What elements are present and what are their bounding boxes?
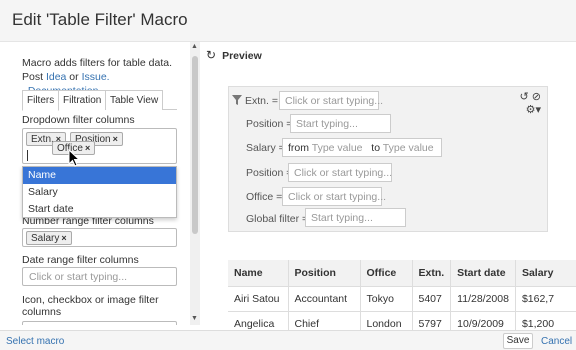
chip-label: Extn. (31, 134, 54, 145)
cancel-button[interactable]: Cancel (541, 336, 572, 347)
date-filter-placeholder: Click or start typing... (29, 271, 128, 283)
filter-input-extn[interactable]: Click or start typing... (279, 91, 383, 110)
table-cell: Tokyo (360, 285, 413, 311)
macro-settings-panel: Macro adds filters for table data. Post … (0, 42, 189, 325)
icon-filter-label-line2: columns (22, 306, 62, 318)
save-button[interactable]: Save (503, 333, 533, 349)
chip-remove-icon[interactable]: × (85, 143, 90, 153)
description-or-text: or (69, 71, 79, 83)
table-cell: 11/28/2008 (450, 285, 516, 311)
idea-link[interactable]: Idea (46, 71, 66, 83)
chip-label: Salary (31, 233, 60, 244)
icon-filter-columns-input[interactable] (22, 321, 177, 325)
funnel-icon (232, 95, 242, 105)
table-cell: $162,7 (515, 285, 576, 311)
salary-from-label: from (288, 142, 309, 154)
option-name[interactable]: Name (23, 167, 176, 184)
filter-label-global: Global filter = (246, 213, 309, 225)
column-options-dropdown: Name Salary Start date (22, 166, 177, 218)
scrollbar-thumb[interactable] (192, 56, 198, 234)
filter-label-office: Office = (246, 191, 283, 203)
column-header-name[interactable]: Name (228, 260, 289, 286)
tab-table-view[interactable]: Table View (105, 90, 164, 110)
column-header-extn[interactable]: Extn. (412, 260, 452, 286)
chip-remove-icon[interactable]: × (113, 134, 118, 144)
preview-title: Preview (222, 50, 262, 62)
option-start-date[interactable]: Start date (23, 201, 176, 218)
dialog-title: Edit 'Table Filter' Macro (12, 10, 188, 29)
scroll-down-icon[interactable]: ▼ (191, 315, 198, 322)
text-caret (27, 150, 28, 161)
table-header-row: Name Position Office Extn. Start date Sa… (228, 260, 576, 286)
column-header-salary[interactable]: Salary (515, 260, 576, 286)
dialog-header: Edit 'Table Filter' Macro (0, 0, 576, 42)
chip-remove-icon[interactable]: × (61, 233, 66, 243)
preview-header[interactable]: ↻ Preview (206, 48, 262, 62)
filter-label-extn: Extn. = (245, 95, 278, 107)
salary-from-input[interactable]: Type value (312, 142, 363, 154)
tab-filtration[interactable]: Filtration (58, 90, 107, 110)
clear-icon[interactable]: ⊘ (532, 91, 541, 103)
filter-salary-range[interactable]: from Type value to Type value (282, 138, 442, 157)
description-text: Macro adds filters for table data. (22, 57, 172, 69)
filter-panel-tools: ↺ ⊘ ⚙▾ (520, 91, 542, 117)
option-salary[interactable]: Salary (23, 184, 176, 201)
filter-label-salary: Salary = (246, 142, 285, 154)
settings-gear-icon[interactable]: ⚙▾ (526, 104, 541, 116)
chip-salary: Salary × (26, 231, 72, 245)
reset-icon[interactable]: ↺ (520, 91, 529, 103)
date-filter-columns-input[interactable]: Click or start typing... (22, 267, 177, 286)
table-cell: Accountant (288, 285, 361, 311)
table-cell: Airi Satou (228, 285, 289, 311)
preview-data-table: Name Position Office Extn. Start date Sa… (228, 260, 576, 336)
column-header-office[interactable]: Office (360, 260, 413, 286)
salary-to-input[interactable]: Type value (383, 142, 434, 154)
number-filter-columns-input[interactable]: Salary × (22, 228, 177, 247)
table-cell: 5407 (412, 285, 452, 311)
filter-input-office[interactable]: Click or start typing... (282, 187, 386, 206)
filter-input-global[interactable]: Start typing... (305, 208, 406, 227)
description-post-text: Post (22, 71, 44, 83)
column-header-position[interactable]: Position (288, 260, 361, 286)
filter-label-position-2: Position = (246, 167, 293, 179)
date-filter-label: Date range filter columns (22, 254, 139, 266)
refresh-icon[interactable]: ↻ (206, 48, 216, 62)
table-row: Airi Satou Accountant Tokyo 5407 11/28/2… (228, 285, 576, 311)
salary-to-label: to (371, 142, 381, 154)
filter-input-position-2[interactable]: Click or start typing... (288, 163, 392, 182)
dropdown-filter-columns-input[interactable]: Extn. × Position × Office × (22, 128, 177, 164)
scroll-up-icon[interactable]: ▲ (191, 43, 198, 50)
issue-link[interactable]: Issue. (82, 71, 110, 83)
icon-filter-label-line1: Icon, checkbox or image filter (22, 294, 159, 306)
tab-filters[interactable]: Filters (22, 90, 60, 111)
settings-tabs: Filters Filtration Table View (22, 90, 177, 111)
icon-filter-label: Icon, checkbox or image filter columns (22, 294, 159, 318)
select-macro-link[interactable]: Select macro (6, 336, 64, 347)
dialog-footer: Select macro Save Cancel (0, 330, 576, 350)
filter-label-position: Position = (246, 118, 293, 130)
dropdown-filter-label: Dropdown filter columns (22, 114, 135, 126)
column-header-start-date[interactable]: Start date (450, 260, 516, 286)
filter-panel: ↺ ⊘ ⚙▾ Extn. = Click or start typing... … (228, 86, 548, 232)
filter-input-position[interactable]: Start typing... (290, 114, 391, 133)
mouse-cursor-icon (68, 149, 80, 167)
